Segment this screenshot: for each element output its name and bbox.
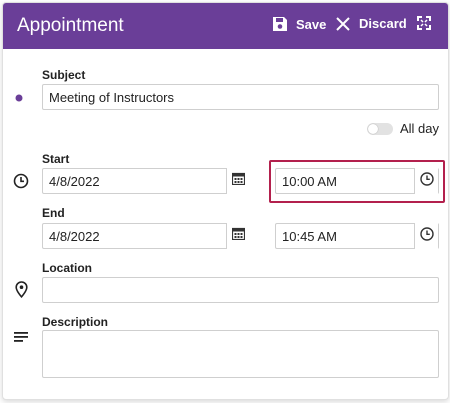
discard-button[interactable]: Discard [336,16,407,31]
dot-icon [14,93,24,103]
end-label: End [42,206,65,220]
subject-label: Subject [42,68,86,82]
end-date-input[interactable]: 4/8/2022 [42,223,250,249]
maximize-icon [417,16,431,30]
clock-icon [419,171,434,191]
description-textarea[interactable] [42,330,439,378]
end-time-picker-button[interactable] [414,223,438,249]
clock-icon [12,172,30,190]
start-date-value: 4/8/2022 [49,173,100,189]
appointment-dialog: Appointment Save Discard Subject Meeting… [2,2,449,400]
close-icon [336,16,350,31]
start-time-value: 10:00 AM [282,173,337,189]
dialog-title: Appointment [17,15,124,36]
save-label: Save [296,16,327,32]
start-date-input[interactable]: 4/8/2022 [42,168,250,194]
all-day-label: All day [400,121,440,136]
dialog-header: Appointment Save Discard [3,3,448,49]
all-day-toggle[interactable] [367,123,393,135]
maximize-button[interactable] [417,16,431,30]
toggle-knob [368,124,378,134]
end-date-value: 4/8/2022 [49,228,100,244]
calendar-icon [231,227,246,245]
start-label: Start [42,152,70,166]
end-date-picker-button[interactable] [226,223,250,249]
save-icon [272,16,288,32]
discard-label: Discard [359,16,407,31]
clock-icon [419,226,434,246]
location-pin-icon [13,280,29,298]
start-time-picker-button[interactable] [414,168,438,194]
location-input[interactable] [42,277,439,303]
description-label: Description [42,315,109,329]
start-date-picker-button[interactable] [226,168,250,194]
location-label: Location [42,261,92,275]
calendar-icon [231,172,246,190]
description-lines-icon [13,330,29,344]
end-time-value: 10:45 AM [282,228,337,244]
subject-input[interactable]: Meeting of Instructors [42,84,439,110]
save-button[interactable]: Save [272,16,326,32]
